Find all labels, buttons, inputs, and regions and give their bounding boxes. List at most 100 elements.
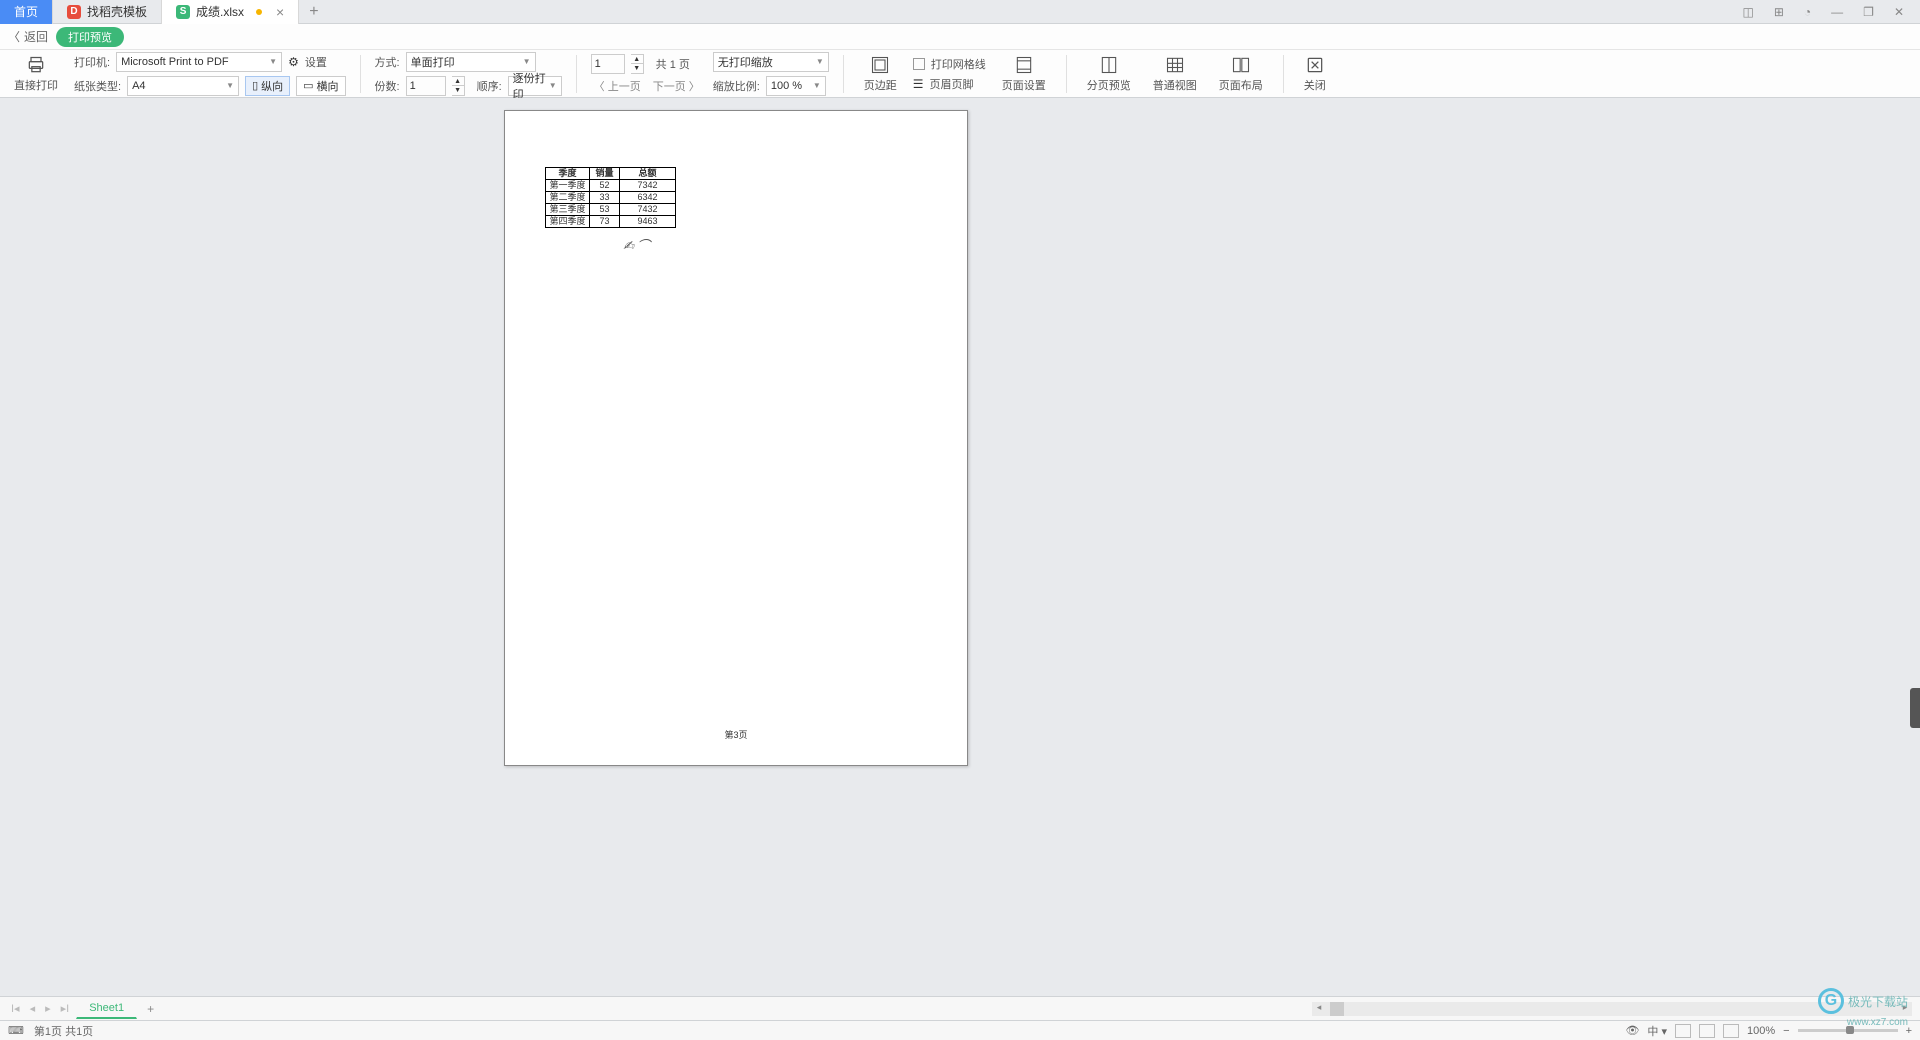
- header-footer-button[interactable]: ☰ 页眉页脚: [913, 76, 986, 92]
- copies-label: 份数:: [375, 78, 400, 94]
- gridlines-checkbox[interactable]: 打印网格线: [913, 56, 986, 72]
- zoom-out-button[interactable]: −: [1783, 1025, 1789, 1037]
- page-total-label: 共 1 页: [656, 56, 690, 72]
- status-icon[interactable]: ⌨: [8, 1024, 24, 1037]
- page-input[interactable]: 1: [591, 54, 625, 74]
- printer-label: 打印机:: [74, 54, 110, 70]
- page-layout-icon: [1231, 55, 1251, 75]
- table-header-cell: 季度: [546, 168, 590, 180]
- tab-bar: 首页 D 找稻壳模板 S 成绩.xlsx × + ◫ ⊞ ◔ — ❐ ✕: [0, 0, 1920, 24]
- chevron-left-icon: 〈: [8, 28, 20, 45]
- portrait-button[interactable]: ▯ 纵向: [245, 76, 290, 96]
- table-header-row: 季度 销量 总额: [546, 168, 676, 180]
- separator: [1283, 55, 1284, 93]
- page-break-label: 分页预览: [1087, 77, 1131, 93]
- view-layout-icon[interactable]: [1723, 1024, 1739, 1038]
- scale-select[interactable]: 无打印缩放 ▼: [713, 52, 829, 72]
- table-row: 第二季度336342: [546, 192, 676, 204]
- copies-input[interactable]: 1: [406, 76, 446, 96]
- mode-group: 方式: 单面打印 ▼ 份数: 1 ▲▼ 顺序: 逐份打印 ▼: [375, 52, 562, 96]
- sheet-tab-bar: I◂ ◂ ▸ ▸I Sheet1 + ◂ ▸: [0, 996, 1920, 1020]
- table-row: 第四季度739463: [546, 216, 676, 228]
- scroll-right-icon[interactable]: ▸: [1898, 1002, 1912, 1016]
- tab-home[interactable]: 首页: [0, 0, 53, 24]
- paper-type-label: 纸张类型:: [74, 78, 121, 94]
- copies-spinner[interactable]: ▲▼: [452, 76, 465, 96]
- page-break-button[interactable]: 分页预览: [1081, 55, 1137, 93]
- portrait-label: 纵向: [261, 78, 283, 94]
- scroll-left-icon[interactable]: ◂: [1312, 1002, 1326, 1016]
- view-normal-icon[interactable]: [1675, 1024, 1691, 1038]
- window-controls: ◫ ⊞ ◔ — ❐ ✕: [1739, 5, 1920, 19]
- layout-icon[interactable]: ◫: [1739, 5, 1758, 19]
- page-spinner[interactable]: ▲▼: [631, 54, 644, 74]
- horizontal-scrollbar[interactable]: ◂ ▸: [1312, 1002, 1912, 1016]
- separator: [843, 55, 844, 93]
- landscape-button[interactable]: ▭ 横向: [296, 76, 345, 96]
- docer-icon: D: [67, 5, 81, 19]
- side-panel-toggle[interactable]: [1910, 688, 1920, 728]
- sheet-nav-last[interactable]: ▸I: [58, 1002, 73, 1015]
- view-pagebreak-icon[interactable]: [1699, 1024, 1715, 1038]
- zoom-value: 100 %: [771, 80, 802, 92]
- gear-icon: ⚙: [288, 55, 299, 69]
- minimize-icon[interactable]: —: [1827, 5, 1847, 19]
- eye-icon[interactable]: 👁: [1625, 1024, 1639, 1037]
- zoom-value-label: 100%: [1747, 1025, 1775, 1037]
- printer-select[interactable]: Microsoft Print to PDF ▼: [116, 52, 282, 72]
- table-row: 第三季度537432: [546, 204, 676, 216]
- normal-view-label: 普通视图: [1153, 77, 1197, 93]
- sheet-nav-first[interactable]: I◂: [8, 1002, 23, 1015]
- settings-button[interactable]: ⚙ 设置: [288, 54, 327, 70]
- table-header-cell: 销量: [590, 168, 620, 180]
- paper-type-value: A4: [132, 80, 145, 92]
- separator: [1066, 55, 1067, 93]
- chevron-down-icon: ▼: [523, 57, 531, 66]
- maximize-icon[interactable]: ❐: [1859, 5, 1878, 19]
- back-button[interactable]: 〈 返回: [8, 28, 48, 45]
- order-select[interactable]: 逐份打印 ▼: [508, 76, 562, 96]
- user-icon[interactable]: ◔: [1800, 5, 1815, 19]
- tab-file[interactable]: S 成绩.xlsx ×: [162, 0, 299, 24]
- next-page-button[interactable]: 下一页 〉: [650, 78, 703, 94]
- page-layout-button[interactable]: 页面布局: [1213, 55, 1269, 93]
- sheet-add-button[interactable]: +: [141, 1002, 160, 1016]
- header-footer-vert-button[interactable]: 页面设置: [996, 55, 1052, 93]
- chevron-down-icon: ▼: [269, 57, 277, 66]
- chevron-down-icon: ▼: [226, 81, 234, 90]
- zoom-label: 缩放比例:: [713, 78, 760, 94]
- tab-add-button[interactable]: +: [299, 3, 328, 21]
- zoom-in-button[interactable]: +: [1906, 1025, 1912, 1037]
- tab-close-icon[interactable]: ×: [276, 4, 284, 20]
- landscape-label: 横向: [317, 78, 339, 94]
- close-preview-button[interactable]: 关闭: [1298, 55, 1332, 93]
- zoom-group: 无打印缩放 ▼ 缩放比例: 100 % ▼: [713, 52, 829, 96]
- settings-label: 设置: [305, 54, 327, 70]
- scroll-thumb[interactable]: [1330, 1002, 1344, 1016]
- direct-print-button[interactable]: 直接打印: [8, 55, 64, 93]
- prev-page-button[interactable]: 〈 上一页: [591, 78, 644, 94]
- sheet-tab-sheet1[interactable]: Sheet1: [76, 998, 137, 1019]
- close-preview-label: 关闭: [1304, 77, 1326, 93]
- margins-button[interactable]: 页边距: [858, 55, 903, 93]
- mode-select[interactable]: 单面打印 ▼: [406, 52, 536, 72]
- header-footer-icon: ☰: [913, 77, 924, 91]
- zoom-slider[interactable]: [1798, 1029, 1898, 1032]
- mode-label: 方式:: [375, 54, 400, 70]
- normal-view-button[interactable]: 普通视图: [1147, 55, 1203, 93]
- preview-canvas: 季度 销量 总额 第一季度527342 第二季度336342 第三季度53743…: [0, 98, 1920, 996]
- paper-type-select[interactable]: A4 ▼: [127, 76, 239, 96]
- signature-graphic: ✍︎ ⌒: [623, 235, 650, 254]
- print-toolbar: 直接打印 打印机: Microsoft Print to PDF ▼ ⚙ 设置 …: [0, 50, 1920, 98]
- sheet-nav-next[interactable]: ▸: [42, 1002, 54, 1015]
- status-bar: ⌨ 第1页 共1页 👁 中 ▾ 100% − +: [0, 1020, 1920, 1040]
- tab-templates[interactable]: D 找稻壳模板: [53, 0, 162, 24]
- printer-group: 打印机: Microsoft Print to PDF ▼ ⚙ 设置 纸张类型:…: [74, 52, 346, 96]
- table-header-cell: 总额: [620, 168, 676, 180]
- lang-button[interactable]: 中 ▾: [1647, 1023, 1667, 1039]
- zoom-thumb[interactable]: [1846, 1026, 1854, 1034]
- zoom-select[interactable]: 100 % ▼: [766, 76, 826, 96]
- close-icon[interactable]: ✕: [1890, 5, 1908, 19]
- grid-icon[interactable]: ⊞: [1770, 5, 1788, 19]
- sheet-nav-prev[interactable]: ◂: [27, 1002, 39, 1015]
